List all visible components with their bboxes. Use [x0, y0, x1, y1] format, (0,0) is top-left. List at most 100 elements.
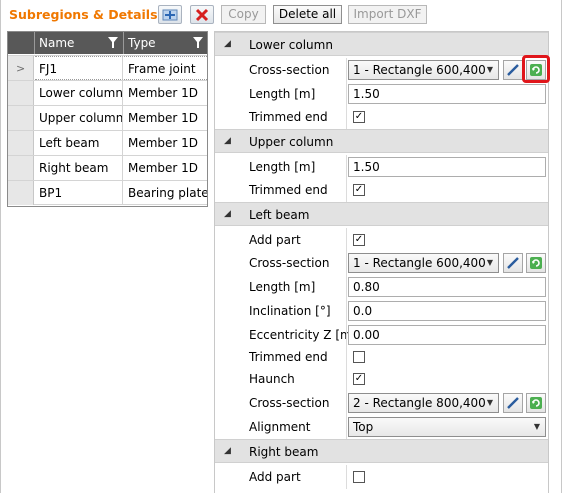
chevron-down-icon: ▼ — [533, 422, 540, 431]
table-row[interactable]: Right beam Member 1D — [8, 155, 207, 180]
prop-label: Haunch — [249, 372, 295, 386]
add-part-checkbox[interactable] — [353, 471, 365, 483]
cell-name: Upper column — [35, 106, 123, 130]
collapse-icon[interactable]: ◢ — [224, 39, 231, 49]
row-selector[interactable] — [8, 106, 34, 130]
eccentricity-input[interactable]: 0.00 — [348, 325, 546, 345]
collapse-icon[interactable]: ◢ — [224, 446, 231, 456]
prop-label: Add part — [249, 470, 301, 484]
toolbar: Subregions & Details Copy Delete all Imp… — [0, 0, 562, 30]
table-row[interactable]: > FJ1 Frame joint — [8, 55, 207, 80]
filter-icon[interactable] — [108, 37, 118, 49]
delete-all-button[interactable]: Delete all — [273, 5, 342, 24]
edit-cross-section-button[interactable] — [503, 60, 523, 80]
prop-label: Trimmed end — [249, 183, 328, 197]
prop-label: Eccentricity Z [m] — [249, 328, 357, 342]
prop-row-add-part: Add part ✓ — [215, 228, 548, 252]
trimmed-end-checkbox[interactable]: ✓ — [353, 184, 365, 196]
trimmed-end-checkbox[interactable] — [353, 351, 365, 363]
table-row[interactable]: Left beam Member 1D — [8, 130, 207, 155]
delete-icon — [195, 8, 209, 21]
properties-panel: ◢ Lower column Cross-section 1 - Rectang… — [214, 31, 550, 493]
dropdown-value: 1 - Rectangle 600,400 — [353, 63, 486, 77]
row-selector[interactable] — [8, 81, 34, 105]
cell-type: Frame joint — [124, 56, 207, 80]
prop-label: Trimmed end — [249, 110, 328, 124]
row-selector[interactable] — [8, 156, 34, 180]
panel-title: Subregions & Details — [9, 7, 158, 22]
chevron-down-icon: ▼ — [486, 258, 493, 267]
column-header-name-label: Name — [39, 36, 75, 50]
cell-type: Member 1D — [128, 86, 199, 100]
prop-label: Cross-section — [249, 396, 330, 410]
new-cross-section-button[interactable] — [526, 393, 546, 413]
dropdown-value: 1 - Rectangle 600,400 — [353, 256, 486, 270]
section-lower-column[interactable]: ◢ Lower column — [215, 32, 548, 56]
prop-row-inclination: Inclination [°] 0.0 — [215, 299, 548, 323]
row-selector[interactable] — [8, 131, 34, 155]
row-selector[interactable]: > — [8, 56, 34, 80]
section-left-beam[interactable]: ◢ Left beam — [215, 202, 548, 226]
column-header-type[interactable]: Type — [124, 32, 207, 54]
section-upper-column[interactable]: ◢ Upper column — [215, 129, 548, 153]
section-right-beam[interactable]: ◢ Right beam — [215, 439, 548, 463]
prop-row-eccentricity: Eccentricity Z [m] 0.00 — [215, 323, 548, 347]
prop-label: Alignment — [249, 420, 311, 434]
collapse-icon[interactable]: ◢ — [224, 136, 231, 146]
column-header-name[interactable]: Name — [35, 32, 124, 54]
prop-row-length: Length [m] 1.50 — [215, 155, 548, 179]
copy-button[interactable]: Copy — [221, 5, 266, 24]
edit-cross-section-button[interactable] — [503, 253, 523, 273]
add-icon — [162, 9, 178, 20]
table-row[interactable]: Lower column Member 1D — [8, 80, 207, 105]
filter-icon[interactable] — [193, 37, 203, 49]
cross-section-dropdown[interactable]: 1 - Rectangle 600,400 ▼ — [348, 60, 499, 80]
dropdown-value: Top — [353, 420, 374, 434]
table-row[interactable]: Upper column Member 1D — [8, 105, 207, 130]
cell-type: Member 1D — [128, 136, 199, 150]
subregions-table: Name Type > FJ1 Frame joint Lower column… — [7, 31, 208, 207]
column-header-type-label: Type — [128, 36, 156, 50]
current-row-icon: > — [16, 62, 26, 75]
add-button[interactable] — [158, 5, 182, 24]
prop-row-add-part: Add part — [215, 465, 548, 489]
row-selector[interactable] — [8, 181, 34, 205]
table-header: Name Type — [8, 32, 207, 54]
edit-cross-section-button[interactable] — [503, 393, 523, 413]
haunch-checkbox[interactable]: ✓ — [353, 373, 365, 385]
haunch-cross-section-dropdown[interactable]: 2 - Rectangle 800,400 ▼ — [348, 393, 499, 413]
inclination-input[interactable]: 0.0 — [348, 301, 546, 321]
delete-button[interactable] — [190, 5, 214, 24]
cell-type: Member 1D — [128, 161, 199, 175]
prop-row-trimmed-end: Trimmed end ✓ — [215, 178, 548, 202]
length-input[interactable]: 1.50 — [348, 157, 546, 177]
cell-name: BP1 — [35, 181, 123, 205]
cell-type: Bearing plate — [128, 186, 207, 200]
prop-row-length: Length [m] 0.80 — [215, 275, 548, 299]
alignment-dropdown[interactable]: Top ▼ — [348, 417, 546, 437]
add-part-checkbox[interactable]: ✓ — [353, 234, 365, 246]
dropdown-value: 2 - Rectangle 800,400 — [353, 396, 486, 410]
import-dxf-button[interactable]: Import DXF — [348, 5, 427, 24]
length-input[interactable]: 0.80 — [348, 277, 546, 297]
prop-row-haunch: Haunch ✓ — [215, 367, 548, 391]
prop-label: Length [m] — [249, 280, 316, 294]
pencil-icon — [507, 257, 519, 269]
table-row[interactable]: BP1 Bearing plate — [8, 180, 207, 205]
prop-label: Length [m] — [249, 87, 316, 101]
length-input[interactable]: 1.50 — [348, 84, 546, 104]
cross-section-dropdown[interactable]: 1 - Rectangle 600,400 ▼ — [348, 253, 499, 273]
collapse-icon[interactable]: ◢ — [224, 209, 231, 219]
new-cross-section-button[interactable] — [526, 253, 546, 273]
cell-name: Right beam — [35, 156, 123, 180]
trimmed-end-checkbox[interactable]: ✓ — [353, 111, 365, 123]
prop-label: Trimmed end — [249, 350, 328, 364]
prop-row-length: Length [m] 1.50 — [215, 82, 548, 106]
prop-label: Cross-section — [249, 63, 330, 77]
section-title: Lower column — [249, 38, 333, 52]
chevron-down-icon: ▼ — [486, 65, 493, 74]
prop-row-trimmed-end: Trimmed end ✓ — [215, 105, 548, 129]
prop-row-cross-section: Cross-section 1 - Rectangle 600,400 ▼ — [215, 55, 550, 83]
prop-label: Inclination [°] — [249, 304, 331, 318]
prop-row-trimmed-end: Trimmed end — [215, 345, 548, 369]
